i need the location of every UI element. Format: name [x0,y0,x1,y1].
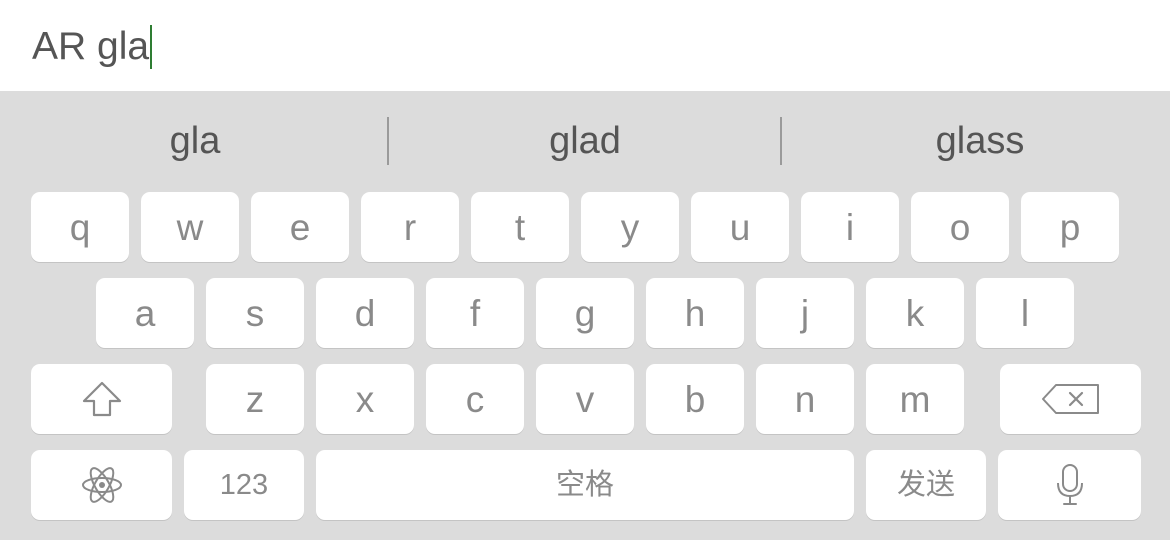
send-key[interactable]: 发送 [866,450,986,520]
space-key[interactable]: 空格 [316,450,854,520]
key-label: r [403,206,417,248]
key-label: d [354,292,376,334]
suggestion-divider [387,117,389,165]
emoji-key[interactable] [31,450,172,520]
key-label: c [465,378,485,420]
key-label: q [69,206,91,248]
key-z[interactable]: z [206,364,304,434]
key-j[interactable]: j [756,278,854,348]
key-label: v [575,378,595,420]
key-label: n [794,378,816,420]
key-label: j [800,292,810,334]
key-label: 空格 [555,468,614,501]
key-u[interactable]: u [691,192,789,262]
key-b[interactable]: b [646,364,744,434]
key-d[interactable]: d [316,278,414,348]
key-e[interactable]: e [251,192,349,262]
key-label: u [729,206,751,248]
voice-key[interactable] [998,450,1141,520]
key-label: o [949,206,971,248]
key-label: l [1020,292,1030,334]
key-i[interactable]: i [801,192,899,262]
key-label: k [905,292,925,334]
key-v[interactable]: v [536,364,634,434]
atom-icon [80,463,124,507]
key-w[interactable]: w [141,192,239,262]
key-label: h [684,292,706,334]
key-k[interactable]: k [866,278,964,348]
numbers-key[interactable]: 123 [184,450,304,520]
shift-key[interactable] [31,364,172,434]
key-label: 123 [219,468,269,501]
suggestion-bar: gla glad glass [0,91,1170,189]
key-t[interactable]: t [471,192,569,262]
key-label: 发送 [896,468,955,501]
backspace-key[interactable] [1000,364,1141,434]
shift-arrow-icon [80,379,124,419]
input-text-value: AR gla [32,25,150,68]
text-input-area[interactable]: AR gla [0,0,1170,91]
key-s[interactable]: s [206,278,304,348]
key-g[interactable]: g [536,278,634,348]
key-y[interactable]: y [581,192,679,262]
microphone-icon [1054,463,1086,507]
key-o[interactable]: o [911,192,1009,262]
key-p[interactable]: p [1021,192,1119,262]
key-n[interactable]: n [756,364,854,434]
key-label: m [899,378,931,420]
text-caret [150,25,153,69]
key-label: p [1059,206,1081,248]
key-label: z [245,378,265,420]
key-label: i [845,206,855,248]
key-l[interactable]: l [976,278,1074,348]
key-label: b [684,378,706,420]
key-a[interactable]: a [96,278,194,348]
key-r[interactable]: r [361,192,459,262]
suggestion-3[interactable]: glass [782,115,1170,167]
key-label: f [469,292,481,334]
key-label: t [514,206,526,248]
key-label: w [176,206,204,248]
suggestion-1[interactable]: gla [0,115,390,167]
key-f[interactable]: f [426,278,524,348]
key-x[interactable]: x [316,364,414,434]
key-label: g [574,292,596,334]
backspace-icon [1040,382,1102,416]
key-label: x [355,378,375,420]
text-input[interactable]: AR gla [32,24,153,70]
keyboard: gla glad glass q w e r t y u i o p a s d… [0,91,1170,540]
key-label: y [620,206,640,248]
key-label: a [134,292,156,334]
key-label: s [245,292,265,334]
key-label: e [289,206,311,248]
key-c[interactable]: c [426,364,524,434]
key-m[interactable]: m [866,364,964,434]
key-q[interactable]: q [31,192,129,262]
key-h[interactable]: h [646,278,744,348]
suggestion-2[interactable]: glad [390,115,780,167]
